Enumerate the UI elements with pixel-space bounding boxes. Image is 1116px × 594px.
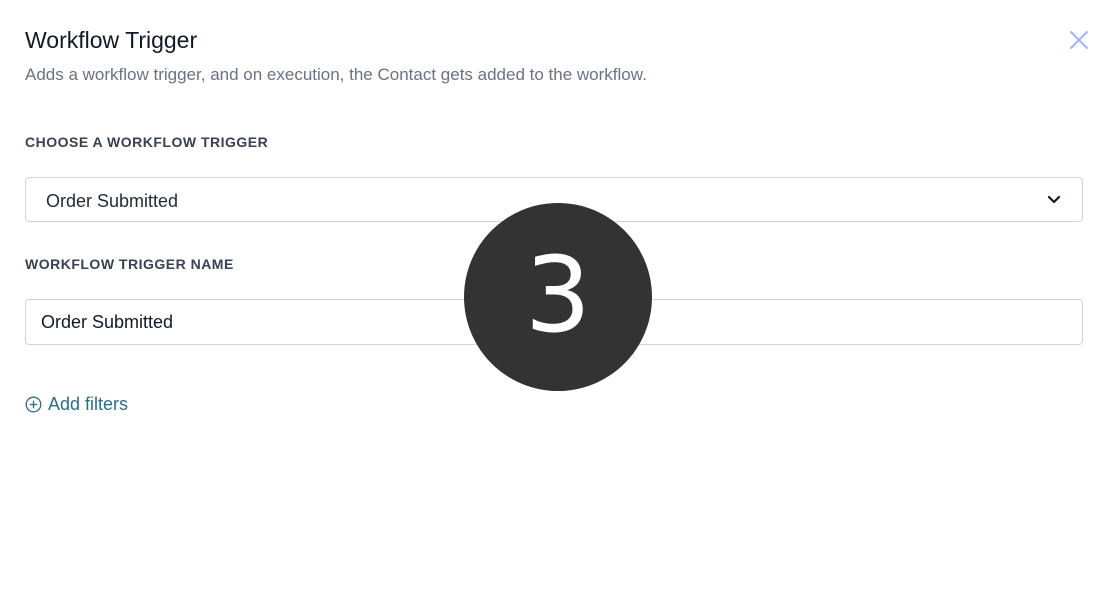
- panel-description: Adds a workflow trigger, and on executio…: [25, 65, 647, 84]
- trigger-select-label: CHOOSE A WORKFLOW TRIGGER: [25, 134, 269, 150]
- workflow-trigger-panel: Workflow Trigger Adds a workflow trigger…: [0, 0, 1116, 594]
- add-filters-label: Add filters: [48, 394, 129, 414]
- step-number: 3: [524, 234, 592, 356]
- close-icon: [1070, 31, 1088, 49]
- trigger-select-value: Order Submitted: [46, 191, 179, 211]
- plus-circle-icon: [25, 396, 42, 412]
- trigger-name-label: WORKFLOW TRIGGER NAME: [25, 256, 234, 272]
- close-button[interactable]: [1066, 27, 1092, 53]
- panel-title: Workflow Trigger: [25, 27, 198, 53]
- add-filters-link[interactable]: Add filters: [25, 392, 128, 416]
- chevron-down-icon: [1047, 195, 1061, 204]
- step-number-badge: 3: [464, 203, 652, 391]
